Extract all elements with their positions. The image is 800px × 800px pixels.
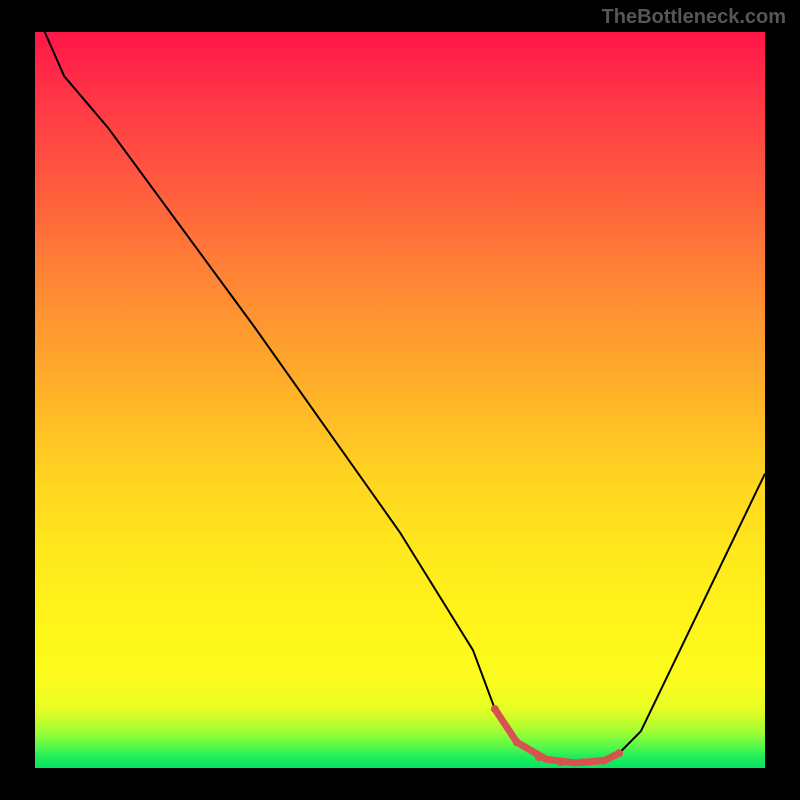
bottleneck-curve [35,32,765,763]
curve-overlay [35,32,765,768]
accent-dot [579,758,587,766]
accent-dot [615,749,623,757]
accent-dot [491,705,499,713]
accent-dot [557,758,565,766]
accent-dot [535,753,543,761]
accent-highlight [495,709,619,763]
accent-dot [600,757,608,765]
chart-container: TheBottleneck.com [0,0,800,800]
accent-dot [513,738,521,746]
watermark-text: TheBottleneck.com [602,6,786,29]
plot-area [35,32,765,768]
